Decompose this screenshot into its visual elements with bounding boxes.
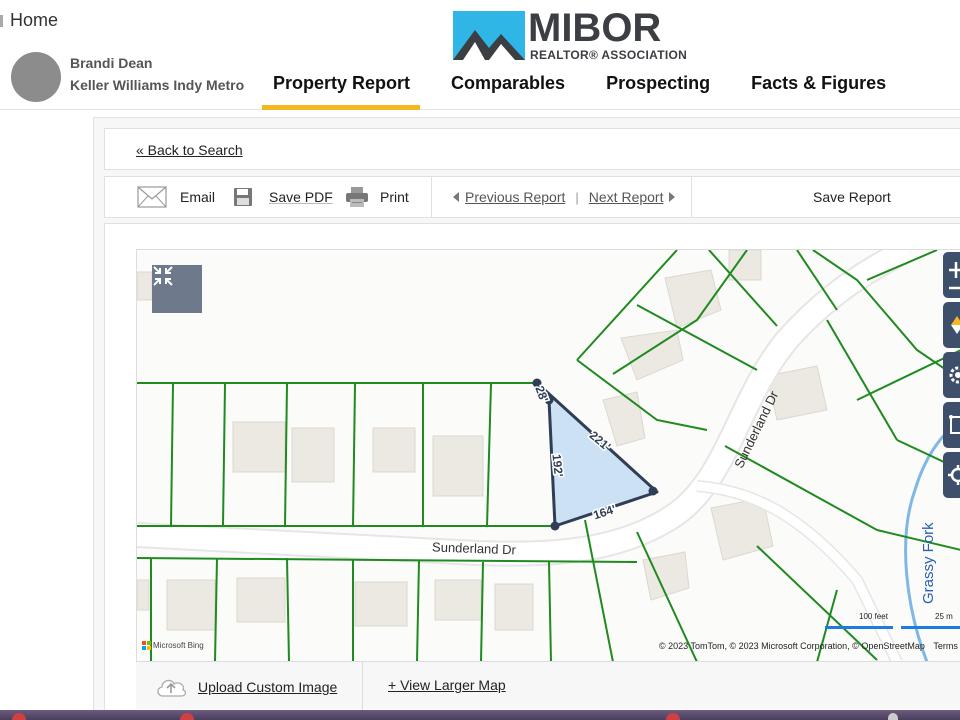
collapse-icon (153, 266, 173, 286)
bing-logo: Microsoft Bing (142, 641, 204, 650)
map-attribution: © 2023 TomTom, © 2023 Microsoft Corporat… (659, 641, 958, 651)
email-button[interactable]: Email (137, 177, 215, 217)
next-report-link[interactable]: Next Report (589, 189, 664, 205)
view-larger-map-link[interactable]: + View Larger Map (388, 677, 506, 693)
terms-link[interactable]: Terms (933, 641, 958, 651)
email-label: Email (180, 189, 216, 205)
home-label: Home (10, 10, 59, 30)
tab-facts-figures[interactable]: Facts & Figures (740, 70, 896, 110)
previous-report-link[interactable]: Previous Report (465, 189, 565, 205)
parcel-map[interactable]: 28' 221' 192' 164' Sunderland Dr Sunderl… (136, 249, 960, 661)
tab-property-report[interactable]: Property Report (262, 70, 421, 110)
collapse-map-button[interactable] (152, 265, 202, 313)
attribution-text: © 2023 TomTom, © 2023 Microsoft Corporat… (659, 641, 925, 651)
print-label: Print (380, 189, 409, 205)
locate-button[interactable] (943, 452, 960, 498)
taskbar-app-icon[interactable] (666, 713, 680, 720)
logo-subtitle: REALTOR® ASSOCIATION (530, 48, 688, 62)
back-bar: « Back to Search (104, 128, 960, 170)
compass-button[interactable] (943, 302, 960, 348)
tab-comparables[interactable]: Comparables (440, 70, 575, 110)
bing-label: Microsoft Bing (153, 641, 204, 650)
gear-icon (949, 366, 960, 384)
draw-button[interactable] (943, 402, 960, 448)
logo-mountain-icon (453, 11, 525, 60)
draw-icon (949, 415, 960, 434)
location-icon (948, 465, 960, 485)
toolbar-divider (691, 177, 692, 217)
upload-label: Upload Custom Image (198, 679, 338, 695)
user-name: Brandi Dean (70, 55, 153, 71)
compass-icon (951, 316, 960, 334)
mibor-logo[interactable]: MIBOR REALTOR® ASSOCIATION (453, 6, 687, 64)
upload-custom-image-button[interactable]: Upload Custom Image (154, 675, 337, 699)
report-pager: Previous Report | Next Report (453, 177, 676, 217)
pager-separator: | (575, 189, 579, 205)
os-taskbar (0, 710, 960, 720)
home-caret-icon (0, 14, 3, 27)
footer-divider (362, 662, 363, 710)
printer-icon (346, 187, 368, 207)
next-arrow-icon (669, 192, 676, 202)
home-link[interactable]: Home (0, 10, 58, 31)
report-toolbar: Email Save PDF Print Previous Report | N… (104, 176, 960, 218)
scale-label-feet: 100 feet (859, 612, 888, 621)
zoom-in-button[interactable] (943, 252, 960, 298)
scale-bar-meters (901, 626, 960, 629)
microsoft-logo-icon (142, 641, 151, 650)
settings-button[interactable] (943, 352, 960, 398)
dim-label-3: 192' (549, 453, 565, 477)
main-nav: Property Report Comparables Prospecting … (262, 70, 916, 110)
save-pdf-label: Save PDF (269, 189, 333, 205)
tab-prospecting[interactable]: Prospecting (595, 70, 720, 110)
logo-word: MIBOR (528, 6, 662, 50)
map-footer: Upload Custom Image + View Larger Map (136, 661, 960, 710)
toolbar-divider (431, 177, 432, 217)
street-label-sunderland-1: Sunderland Dr (432, 539, 517, 557)
taskbar-app-icon[interactable] (888, 713, 898, 720)
save-report-button[interactable]: Save Report (813, 177, 891, 217)
scale-label-meters: 25 m (935, 612, 953, 621)
scale-bar-feet (825, 626, 893, 629)
envelope-icon (137, 186, 167, 208)
avatar[interactable] (11, 52, 61, 102)
save-report-label: Save Report (813, 189, 891, 205)
map-canvas: 28' 221' 192' 164' Sunderland Dr Sunderl… (137, 250, 960, 661)
floppy-disk-icon (234, 188, 252, 206)
taskbar-app-icon[interactable] (180, 713, 194, 720)
save-pdf-button[interactable]: Save PDF (233, 177, 333, 217)
taskbar-app-icon[interactable] (12, 713, 26, 720)
print-button[interactable]: Print (345, 177, 409, 217)
back-to-search-link[interactable]: « Back to Search (136, 142, 243, 158)
plus-icon (949, 262, 960, 290)
cloud-upload-icon (157, 679, 187, 697)
previous-arrow-icon (453, 192, 459, 202)
app-header: Home Brandi Dean Keller Williams Indy Me… (0, 0, 960, 110)
creek-label: Grassy Fork (920, 522, 937, 604)
user-office: Keller Williams Indy Metro S (70, 77, 248, 93)
